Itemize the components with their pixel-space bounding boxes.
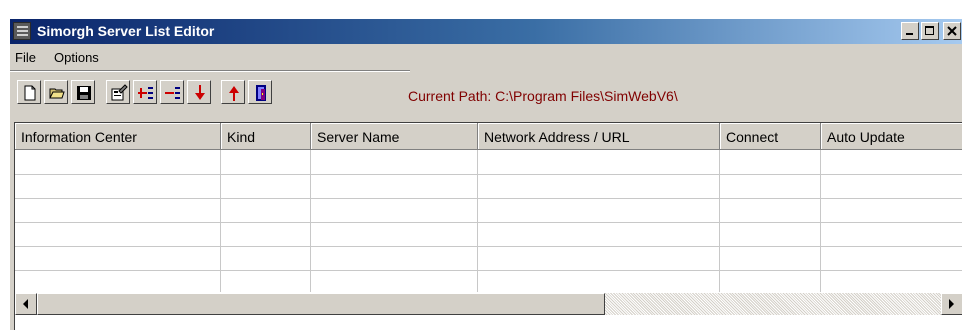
menu-bar: File Options [10,44,962,70]
horizontal-scrollbar[interactable] [15,293,962,315]
scroll-thumb[interactable] [37,293,605,315]
column-header-information-center[interactable]: Information Center [15,123,221,150]
insert-row-icon [138,87,153,99]
save-button[interactable] [71,80,95,104]
delete-row-button[interactable] [160,80,184,104]
new-button[interactable] [17,80,41,104]
menu-options[interactable]: Options [54,50,99,65]
arrow-left-icon [23,299,28,309]
toolbar [10,71,410,104]
properties-button[interactable] [106,80,130,104]
arrow-right-icon [949,299,954,309]
column-header-server-name[interactable]: Server Name [311,123,478,150]
close-button[interactable] [943,22,961,40]
move-up-arrow-icon [229,86,239,101]
app-window: Simorgh Server List Editor File Options [10,19,962,330]
scroll-left-button[interactable] [15,293,37,315]
scroll-right-button[interactable] [941,293,962,315]
open-folder-icon [49,88,65,99]
maximize-icon [925,26,934,35]
delete-row-icon [165,87,180,99]
minimize-button[interactable] [901,22,919,40]
current-path-label: Current Path: C:\Program Files\SimWebV6\ [408,88,678,104]
server-list-table[interactable]: Information Center Kind Server Name Netw… [14,122,962,330]
move-down-button[interactable] [187,80,211,104]
minimize-icon [906,33,913,35]
window-title: Simorgh Server List Editor [37,23,215,39]
column-header-network-address[interactable]: Network Address / URL [478,123,720,150]
app-icon[interactable] [13,22,31,40]
move-down-arrow-icon [195,85,205,100]
move-up-button[interactable] [221,80,245,104]
column-header-auto-update[interactable]: Auto Update [821,123,962,150]
properties-icon [111,84,128,101]
table-row-divider [15,246,962,247]
menu-file[interactable]: File [15,50,36,65]
title-bar[interactable]: Simorgh Server List Editor [10,19,962,44]
table-row-divider [15,174,962,175]
table-row-divider [15,270,962,271]
insert-row-button[interactable] [133,80,157,104]
column-header-kind[interactable]: Kind [221,123,311,150]
table-row-divider [15,222,962,223]
column-header-connect[interactable]: Connect [720,123,821,150]
close-icon [947,26,957,36]
open-button[interactable] [44,80,68,104]
exit-button[interactable] [248,80,272,104]
scroll-track[interactable] [605,293,941,315]
maximize-button[interactable] [921,22,939,40]
exit-door-icon [256,85,266,101]
new-file-icon [24,85,36,101]
table-row-divider [15,198,962,199]
save-disk-icon [77,86,91,100]
